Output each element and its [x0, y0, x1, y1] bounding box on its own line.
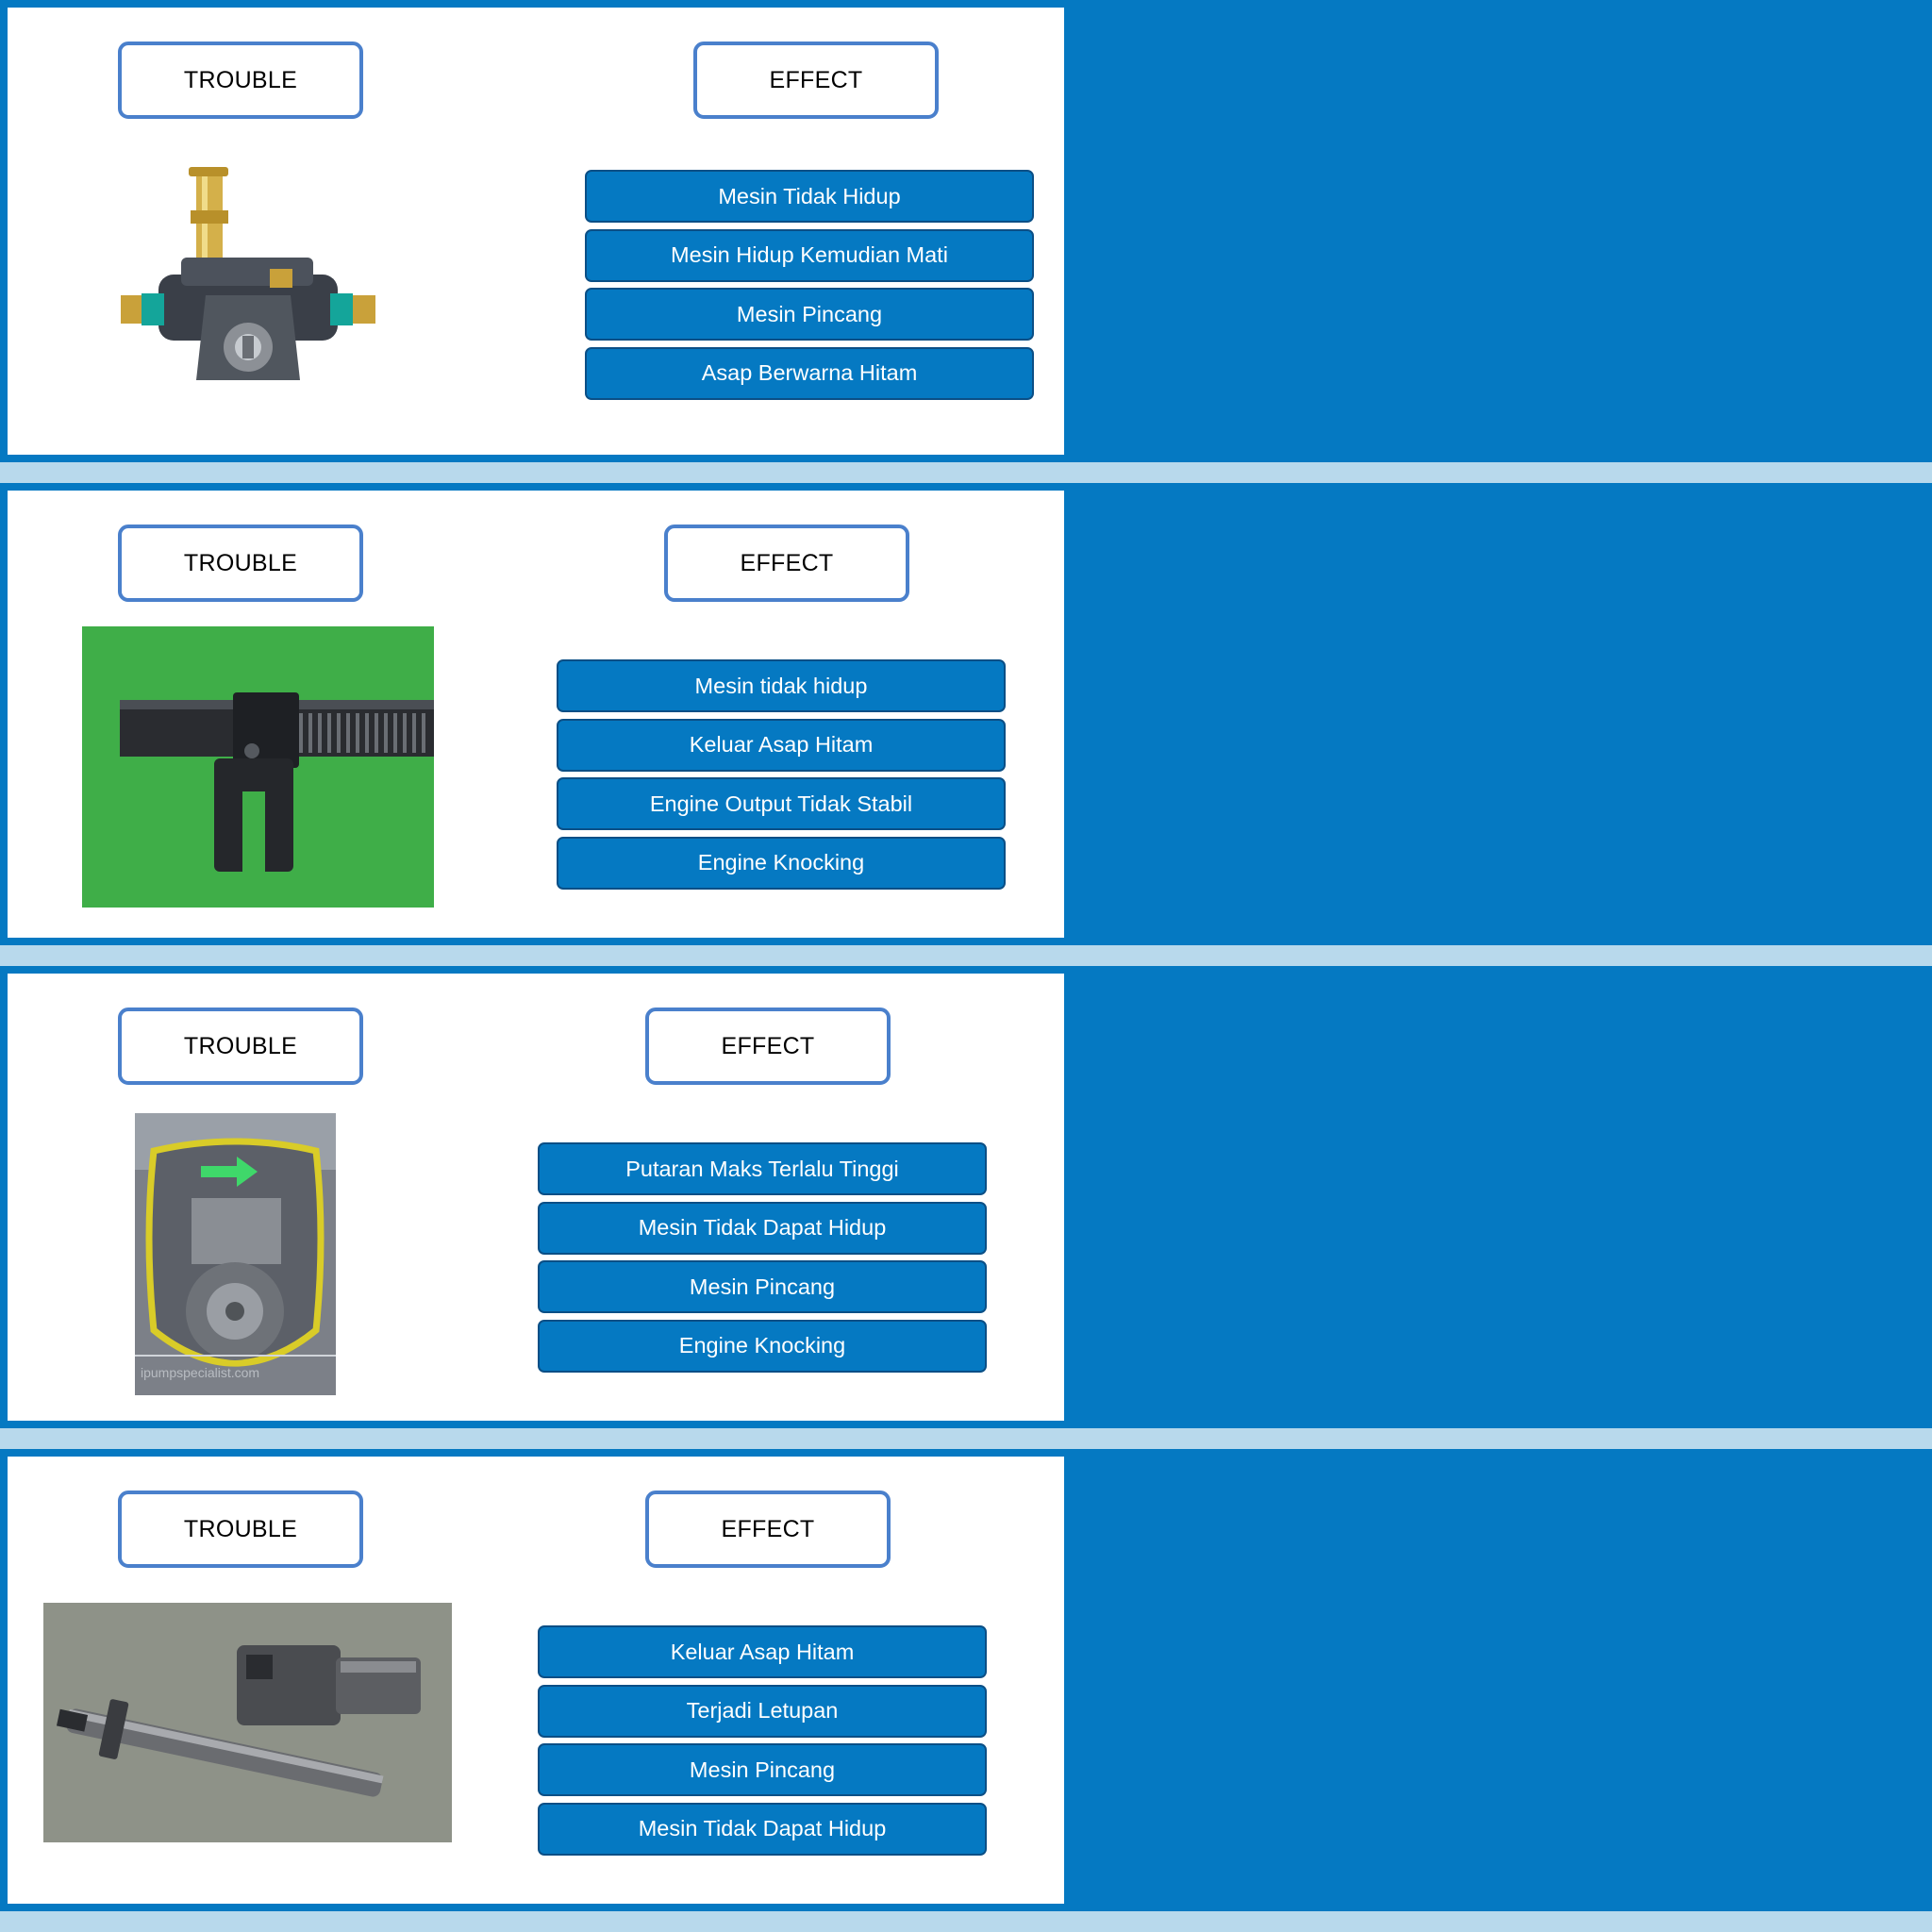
slide-panel: TROUBLE EFFECT [8, 491, 1064, 938]
section-3: TROUBLE EFFECT ipumpspecialist.com Putar… [0, 966, 1932, 1428]
effect-button[interactable]: Mesin tidak hidup [557, 659, 1006, 712]
effect-button[interactable]: Keluar Asap Hitam [557, 718, 1006, 772]
effect-button[interactable]: Mesin Pincang [585, 288, 1034, 341]
slide-panel: TROUBLE EFFECT [8, 8, 1064, 455]
effect-header: EFFECT [664, 525, 909, 602]
effect-button[interactable]: Mesin Tidak Dapat Hidup [538, 1802, 987, 1856]
effect-header: EFFECT [645, 1008, 891, 1085]
effect-button[interactable]: Mesin Pincang [538, 1743, 987, 1796]
effects-list: Putaran Maks Terlalu Tinggi Mesin Tidak … [538, 1142, 987, 1378]
effect-button[interactable]: Mesin Hidup Kemudian Mati [585, 228, 1034, 282]
section-4: TROUBLE EFFECT Keluar Asap Hitam Terjadi… [0, 1449, 1932, 1911]
effect-button[interactable]: Keluar Asap Hitam [538, 1625, 987, 1678]
effects-list: Mesin Tidak Hidup Mesin Hidup Kemudian M… [585, 170, 1034, 406]
section-1: TROUBLE EFFECT Mesin Tidak Hidup Mesin H… [0, 0, 1932, 462]
feed-pump-photo [111, 154, 385, 399]
effect-button[interactable]: Mesin Tidak Hidup [585, 170, 1034, 223]
trouble-header: TROUBLE [118, 1008, 363, 1085]
effect-button[interactable]: Mesin Tidak Dapat Hidup [538, 1201, 987, 1255]
effect-header: EFFECT [645, 1491, 891, 1568]
effect-button[interactable]: Engine Knocking [538, 1319, 987, 1373]
slide-panel: TROUBLE EFFECT ipumpspecialist.com Putar… [8, 974, 1064, 1421]
effects-list: Keluar Asap Hitam Terjadi Letupan Mesin … [538, 1625, 987, 1861]
effect-header: EFFECT [693, 42, 939, 119]
effect-button[interactable]: Asap Berwarna Hitam [585, 346, 1034, 400]
trouble-header: TROUBLE [118, 1491, 363, 1568]
effect-button[interactable]: Mesin Pincang [538, 1260, 987, 1313]
effect-button[interactable]: Terjadi Letupan [538, 1684, 987, 1738]
effect-button[interactable]: Putaran Maks Terlalu Tinggi [538, 1142, 987, 1195]
trouble-header: TROUBLE [118, 525, 363, 602]
plunger-barrel-photo [43, 1603, 452, 1842]
trouble-header: TROUBLE [118, 42, 363, 119]
pump-housing-photo: ipumpspecialist.com [135, 1113, 336, 1395]
effect-button[interactable]: Engine Knocking [557, 836, 1006, 890]
watermark-text: ipumpspecialist.com [141, 1365, 259, 1380]
section-2: TROUBLE EFFECT Mesin tidak hidup Keluar … [0, 483, 1932, 945]
effect-button[interactable]: Engine Output Tidak Stabil [557, 777, 1006, 830]
slide-panel: TROUBLE EFFECT Keluar Asap Hitam Terjadi… [8, 1457, 1064, 1904]
effects-list: Mesin tidak hidup Keluar Asap Hitam Engi… [557, 659, 1006, 895]
control-rack-photo [82, 626, 434, 908]
